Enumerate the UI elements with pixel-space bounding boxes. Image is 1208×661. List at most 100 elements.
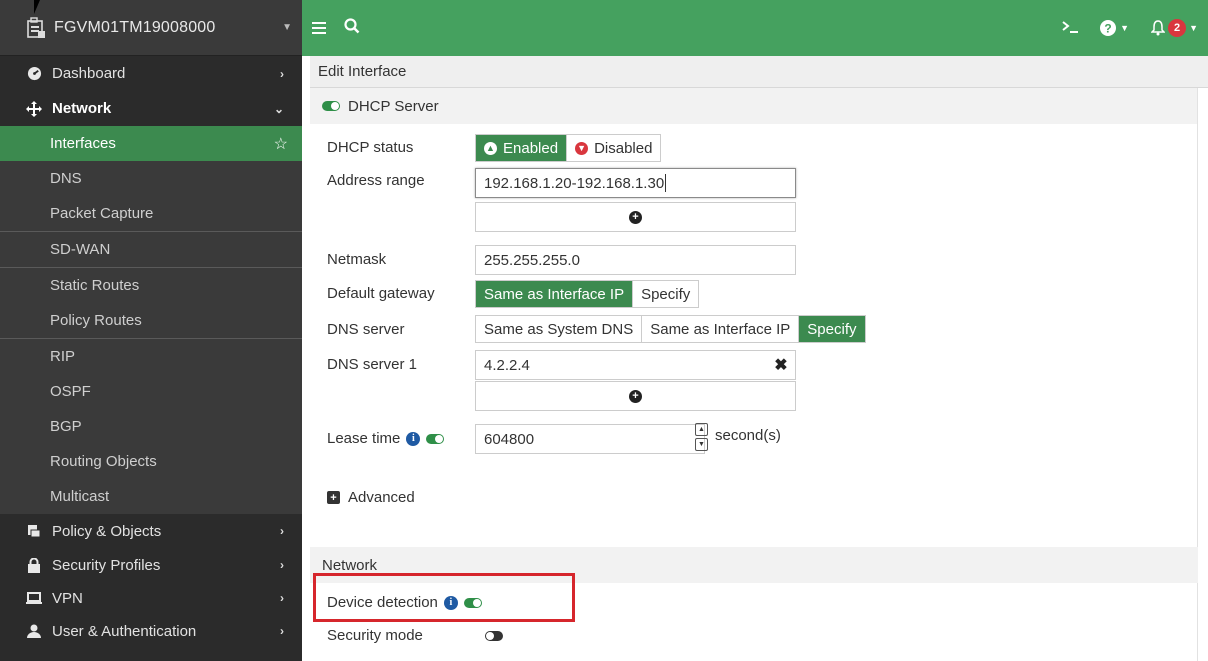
sidebar-item-label: Policy Routes (50, 312, 142, 329)
sidebar-item-dashboard[interactable]: Dashboard › (0, 56, 302, 91)
sidebar-item-multicast[interactable]: Multicast (0, 479, 302, 514)
sidebar-item-label: Static Routes (50, 277, 140, 294)
info-icon[interactable]: i (406, 431, 421, 446)
sidebar-item-label: VPN (52, 589, 83, 607)
sidebar-item-label: RIP (50, 348, 76, 365)
dns-server-toggle: Same as System DNS Same as Interface IP … (475, 315, 866, 343)
gateway-specify-button[interactable]: Specify (633, 281, 698, 307)
dns-specify-button[interactable]: Specify (799, 316, 865, 342)
sidebar-item-policy-objects[interactable]: Policy & Objects › (0, 514, 302, 548)
sidebar-item-ospf[interactable]: OSPF (0, 374, 302, 409)
spin-up-icon[interactable]: ▲ (695, 423, 708, 436)
advanced-label: Advanced (348, 489, 415, 506)
chevron-right-icon: › (280, 524, 284, 538)
sidebar-item-dns[interactable]: DNS (0, 161, 302, 196)
search-icon[interactable] (344, 17, 360, 39)
security-mode-row: Security mode (327, 627, 503, 644)
default-gateway-label: Default gateway (327, 285, 435, 302)
laptop-icon (26, 590, 42, 606)
button-label: Disabled (594, 139, 653, 157)
device-detection-highlight-box (313, 573, 575, 622)
chevron-right-icon: › (280, 624, 284, 638)
network-submenu: Interfaces ☆ DNS Packet Capture SD-WAN S… (0, 126, 302, 514)
input-value: 604800 (484, 430, 535, 448)
hamburger-menu-icon[interactable] (312, 18, 326, 39)
dns-same-as-interface-button[interactable]: Same as Interface IP (642, 316, 800, 342)
device-name: FGVM01TM19008000 (54, 18, 216, 36)
dns-same-as-system-button[interactable]: Same as System DNS (476, 316, 643, 342)
dns-server-1-input[interactable]: 4.2.2.4 (475, 350, 796, 380)
lease-time-row: Lease time i (327, 430, 445, 447)
add-address-range-button[interactable]: + (475, 202, 796, 232)
plus-circle-icon: + (629, 389, 642, 403)
help-icon[interactable]: ? ▼ (1100, 20, 1129, 36)
network-arrows-icon (26, 100, 42, 117)
main-panel: Edit Interface DHCP Server DHCP status ▲… (310, 56, 1208, 661)
device-selector[interactable]: FGVM01TM19008000 ▼ (0, 0, 302, 56)
sidebar-item-rip[interactable]: RIP (0, 339, 302, 374)
sidebar-item-label: Dashboard (52, 65, 126, 82)
sidebar-item-policy-routes[interactable]: Policy Routes (0, 303, 302, 338)
dhcp-disabled-button[interactable]: ▼ Disabled (567, 135, 660, 161)
chevron-down-icon[interactable]: ▼ (282, 22, 292, 33)
top-bar: ? ▼ 2 ▼ (302, 0, 1208, 56)
sidebar-item-label: Routing Objects (50, 453, 157, 470)
lease-time-input[interactable]: 604800 (475, 424, 705, 454)
dhcp-status-label: DHCP status (327, 139, 414, 156)
input-value: 4.2.2.4 (484, 356, 530, 374)
advanced-toggle[interactable]: + Advanced (327, 489, 415, 506)
lease-time-toggle[interactable] (426, 433, 445, 444)
user-icon (26, 623, 42, 639)
sidebar-item-sdwan[interactable]: SD-WAN (0, 232, 302, 267)
security-mode-toggle[interactable] (485, 630, 503, 641)
sidebar-item-interfaces[interactable]: Interfaces ☆ (0, 126, 302, 161)
sidebar-item-label: Packet Capture (50, 205, 154, 222)
svg-text:?: ? (1104, 22, 1111, 36)
sidebar-item-label: Interfaces (50, 135, 116, 152)
button-label: Enabled (503, 139, 559, 157)
sidebar-item-security-profiles[interactable]: Security Profiles › (0, 548, 302, 582)
chevron-down-icon: ⌄ (273, 101, 284, 116)
lease-time-spinner[interactable]: ▲ ▼ (695, 423, 708, 453)
mouse-cursor-icon (34, 0, 40, 14)
notifications-bell-icon[interactable]: 2 ▼ (1151, 19, 1198, 37)
sidebar-item-label: BGP (50, 418, 82, 435)
sidebar-item-bgp[interactable]: BGP (0, 409, 302, 444)
address-range-input[interactable]: 192.168.1.20-192.168.1.30 (475, 168, 796, 198)
cli-console-icon[interactable] (1062, 20, 1079, 37)
sidebar: FGVM01TM19008000 ▼ Dashboard › Network ⌄… (0, 0, 302, 661)
remove-dns-server-button[interactable]: ✖ (766, 350, 796, 380)
add-dns-server-button[interactable]: + (475, 381, 796, 411)
address-range-label: Address range (327, 172, 425, 189)
sidebar-item-routing-objects[interactable]: Routing Objects (0, 444, 302, 479)
dhcp-enabled-button[interactable]: ▲ Enabled (476, 135, 568, 161)
sidebar-item-label: User & Authentication (52, 622, 197, 640)
chevron-right-icon: › (280, 66, 284, 81)
security-mode-label: Security mode (327, 627, 423, 644)
dhcp-server-toggle[interactable] (322, 101, 340, 111)
sidebar-item-vpn[interactable]: VPN › (0, 582, 302, 614)
sidebar-item-label: Network (52, 100, 112, 117)
sidebar-item-packet-capture[interactable]: Packet Capture (0, 196, 302, 231)
topbar-actions: ? ▼ 2 ▼ (1062, 19, 1198, 37)
spin-down-icon[interactable]: ▼ (695, 438, 708, 451)
dashboard-icon (26, 66, 42, 82)
netmask-input[interactable]: 255.255.255.0 (475, 245, 796, 275)
gateway-same-as-interface-button[interactable]: Same as Interface IP (476, 281, 634, 307)
dhcp-server-section-header: DHCP Server (310, 88, 1197, 124)
plus-circle-icon: + (629, 210, 642, 224)
plus-square-icon: + (327, 491, 340, 504)
chevron-right-icon: › (280, 558, 284, 572)
arrow-down-circle-icon: ▼ (575, 141, 589, 155)
lock-icon (26, 557, 42, 573)
sidebar-item-static-routes[interactable]: Static Routes (0, 268, 302, 303)
star-icon[interactable]: ☆ (274, 134, 288, 154)
lease-time-unit: second(s) (715, 427, 781, 444)
input-value: 192.168.1.20-192.168.1.30 (484, 174, 665, 192)
lease-time-label: Lease time (327, 430, 401, 447)
sidebar-item-user-auth[interactable]: User & Authentication › (0, 614, 302, 648)
sidebar-item-label: SD-WAN (50, 241, 111, 258)
netmask-label: Netmask (327, 251, 387, 268)
sidebar-item-network[interactable]: Network ⌄ (0, 91, 302, 126)
notification-count-badge: 2 (1168, 19, 1187, 37)
